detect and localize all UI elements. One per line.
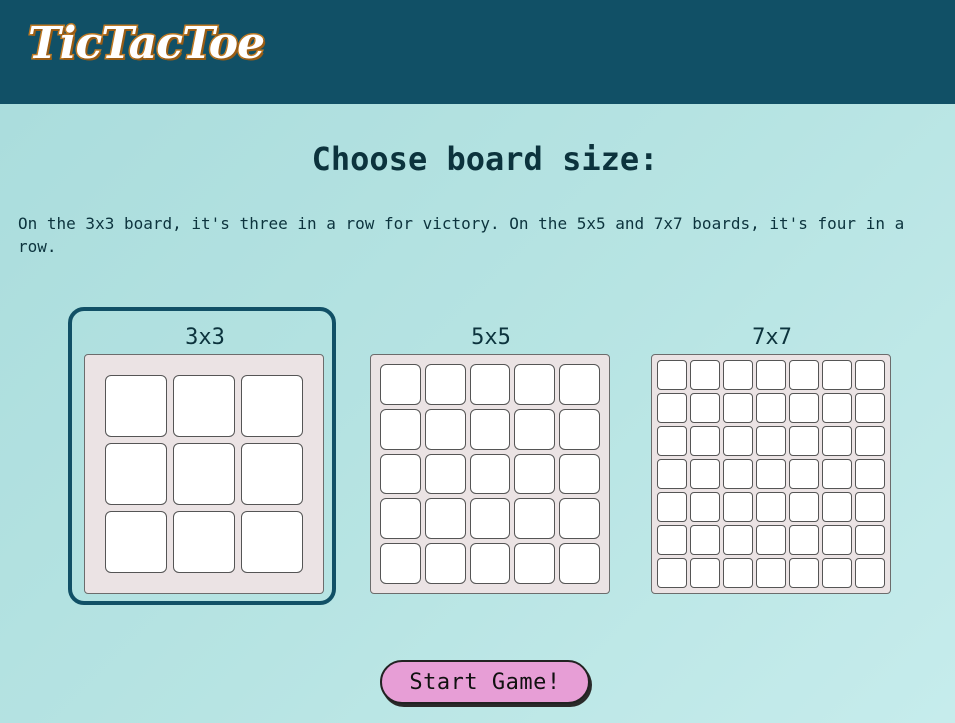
board-cell — [690, 525, 720, 555]
board-cell — [657, 492, 687, 522]
page-title: Choose board size: — [311, 140, 659, 178]
board-cell — [559, 498, 600, 540]
board-cell — [723, 360, 753, 390]
board-option-5x5[interactable]: 5x5 — [370, 324, 612, 594]
board-cell — [822, 393, 852, 423]
board-cell — [756, 558, 786, 588]
board-option-7x7[interactable]: 7x7 — [651, 324, 893, 594]
board-cell — [822, 426, 852, 456]
board-cell — [789, 393, 819, 423]
board-preview-7x7[interactable] — [651, 354, 891, 594]
rules-description: On the 3x3 board, it's three in a row fo… — [18, 214, 905, 256]
board-preview-5x5[interactable] — [370, 354, 610, 594]
board-cell — [241, 443, 303, 505]
board-cell — [380, 453, 421, 495]
board-cell — [424, 364, 466, 405]
board-cell — [105, 443, 167, 505]
board-cell — [855, 525, 885, 555]
board-cell — [241, 511, 303, 573]
board-cell — [855, 360, 885, 390]
board-option-3x3[interactable]: 3x3 — [84, 324, 326, 594]
board-cell — [380, 498, 421, 540]
board-cell — [469, 453, 511, 495]
board-cell — [469, 543, 511, 584]
board-cell — [855, 393, 885, 423]
board-cell — [723, 525, 753, 555]
board-cell — [559, 543, 600, 584]
board-cell — [789, 459, 819, 489]
board-cell — [789, 558, 819, 588]
board-cell — [424, 543, 466, 584]
board-cell — [690, 558, 720, 588]
board-cell — [514, 543, 556, 584]
board-cell — [822, 459, 852, 489]
app-header: TicTacToe — [0, 0, 955, 104]
board-cell — [105, 511, 167, 573]
board-cell — [424, 453, 466, 495]
board-cell — [723, 459, 753, 489]
board-preview-3x3[interactable] — [84, 354, 324, 594]
board-cell — [690, 360, 720, 390]
board-cell — [657, 525, 687, 555]
board-cell — [657, 459, 687, 489]
board-cell — [173, 511, 235, 573]
board-cell — [723, 393, 753, 423]
board-cell — [173, 375, 235, 437]
board-cell — [173, 443, 235, 505]
board-cell — [855, 459, 885, 489]
board-cell — [822, 558, 852, 588]
board-cell — [822, 492, 852, 522]
board-cell — [756, 525, 786, 555]
board-cell — [380, 364, 421, 405]
start-game-button[interactable]: Start Game! — [380, 660, 590, 704]
board-cell — [514, 498, 556, 540]
board-cell — [514, 453, 556, 495]
board-option-label: 3x3 — [185, 325, 225, 350]
board-cell — [723, 426, 753, 456]
board-cell — [424, 408, 466, 450]
board-cell — [690, 426, 720, 456]
board-cell — [723, 558, 753, 588]
board-cell — [723, 492, 753, 522]
board-cell — [822, 360, 852, 390]
app-logo: TicTacToe — [26, 18, 266, 69]
board-cell — [469, 408, 511, 450]
board-cell — [105, 375, 167, 437]
board-cell — [756, 492, 786, 522]
board-cell — [514, 364, 556, 405]
board-cell — [756, 393, 786, 423]
board-cell — [690, 393, 720, 423]
board-cell — [469, 498, 511, 540]
board-cell — [424, 498, 466, 540]
board-cell — [380, 543, 421, 584]
board-cell — [559, 364, 600, 405]
board-cell — [657, 558, 687, 588]
board-cell — [789, 360, 819, 390]
board-cell — [756, 360, 786, 390]
board-cell — [690, 492, 720, 522]
board-cell — [469, 364, 511, 405]
board-cell — [657, 393, 687, 423]
board-cell — [789, 525, 819, 555]
board-option-label: 7x7 — [752, 325, 792, 350]
board-cell — [855, 558, 885, 588]
board-cell — [657, 360, 687, 390]
board-cell — [756, 459, 786, 489]
board-cell — [380, 408, 421, 450]
board-cell — [855, 492, 885, 522]
board-cell — [559, 408, 600, 450]
board-cell — [559, 453, 600, 495]
board-option-label: 5x5 — [471, 325, 511, 350]
board-cell — [789, 492, 819, 522]
board-cell — [855, 426, 885, 456]
board-cell — [789, 426, 819, 456]
board-cell — [514, 408, 556, 450]
board-cell — [690, 459, 720, 489]
board-cell — [657, 426, 687, 456]
board-cell — [241, 375, 303, 437]
board-cell — [756, 426, 786, 456]
board-cell — [822, 525, 852, 555]
